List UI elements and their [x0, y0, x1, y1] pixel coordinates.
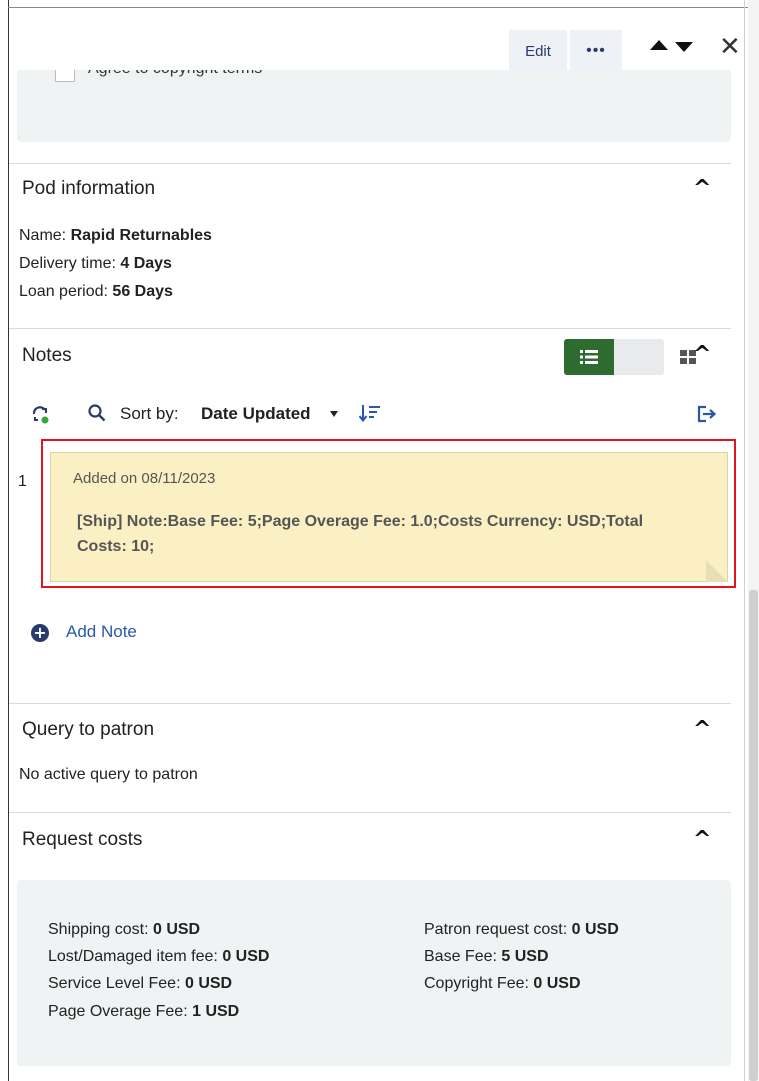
cost-value: 0 USD [533, 975, 581, 992]
patron-request-cost: Patron request cost: 0 USD [424, 921, 619, 939]
request-costs-box [17, 880, 731, 1066]
note-card[interactable]: Added on 08/11/2023 [Ship] Note:Base Fee… [50, 452, 728, 582]
edit-button[interactable]: Edit [509, 30, 567, 72]
cost-label: Lost/Damaged item fee: [48, 948, 218, 965]
list-view-button[interactable] [564, 339, 614, 375]
collapse-pod-information-icon[interactable]: ^ [693, 176, 711, 201]
chevron-down-icon[interactable] [330, 411, 338, 417]
loan-period-value: 56 Days [112, 283, 173, 300]
section-divider [9, 163, 731, 164]
add-note-button[interactable]: Add Note [66, 622, 137, 642]
base-fee: Base Fee: 5 USD [424, 948, 549, 966]
section-divider [9, 328, 731, 329]
pod-name-row: Name: Rapid Returnables [19, 227, 212, 245]
pod-name-label: Name: [19, 227, 67, 244]
cost-label: Copyright Fee: [424, 975, 529, 992]
more-actions-button[interactable]: ••• [570, 30, 622, 72]
panel-right-border [744, 0, 745, 1081]
export-icon[interactable] [697, 405, 717, 423]
panel-toolbar: Edit ••• ✕ [9, 8, 744, 72]
note-text: [Ship] Note:Base Fee: 5;Page Overage Fee… [77, 513, 644, 555]
sort-by-dropdown[interactable]: Date Updated [201, 404, 311, 424]
shipping-cost: Shipping cost: 0 USD [48, 921, 200, 939]
cost-value: 0 USD [152, 921, 201, 938]
refresh-icon[interactable] [31, 405, 51, 425]
lost-damaged-fee: Lost/Damaged item fee: 0 USD [48, 948, 269, 966]
query-to-patron-text: No active query to patron [19, 766, 198, 783]
cost-value: 0 USD [571, 921, 619, 938]
collapse-notes-icon[interactable]: ^ [693, 342, 711, 367]
cost-value: 0 USD [222, 948, 270, 965]
copyright-fee: Copyright Fee: 0 USD [424, 975, 581, 993]
previous-record-icon[interactable] [650, 40, 668, 50]
next-record-icon[interactable] [675, 42, 693, 52]
loan-period-label: Loan period: [19, 283, 108, 300]
pod-name-value: Rapid Returnables [70, 227, 212, 244]
pod-information-title: Pod information [22, 178, 156, 199]
note-index: 1 [18, 473, 27, 490]
add-note-plus-icon[interactable]: + [31, 624, 49, 642]
notes-title: Notes [22, 345, 72, 366]
cost-value: 0 USD [184, 975, 233, 992]
scrollbar-thumb[interactable] [749, 590, 758, 1081]
delivery-time-label: Delivery time: [19, 255, 116, 272]
close-icon[interactable]: ✕ [719, 34, 741, 60]
request-costs-title: Request costs [22, 829, 143, 850]
note-corner-fold [706, 560, 728, 582]
section-divider [9, 812, 731, 813]
cost-label: Patron request cost: [424, 921, 568, 938]
cost-label: Shipping cost: [48, 921, 149, 938]
cost-value: 1 USD [192, 1003, 240, 1020]
cost-label: Base Fee: [424, 948, 497, 965]
cost-label: Service Level Fee: [48, 975, 181, 992]
list-view-icon [580, 350, 598, 364]
cost-label: Page Overage Fee: [48, 1003, 188, 1020]
note-date: Added on 08/11/2023 [73, 470, 216, 487]
sort-direction-icon[interactable] [359, 404, 381, 422]
cost-value: 5 USD [501, 948, 549, 965]
section-divider [9, 703, 731, 704]
query-to-patron-title: Query to patron [22, 719, 155, 740]
grid-view-button[interactable] [614, 339, 696, 375]
pod-delivery-row: Delivery time: 4 Days [19, 255, 172, 273]
notes-view-toggle [564, 339, 696, 375]
page-overage-fee: Page Overage Fee: 1 USD [48, 1003, 239, 1021]
collapse-query-to-patron-icon[interactable]: ^ [693, 717, 711, 742]
service-level-fee: Service Level Fee: 0 USD [48, 975, 232, 993]
search-icon[interactable] [88, 404, 106, 422]
delivery-time-value: 4 Days [120, 255, 172, 272]
scrollbar[interactable] [748, 0, 759, 1081]
sort-by-label: Sort by: [120, 404, 179, 423]
collapse-request-costs-icon[interactable]: ^ [693, 827, 711, 852]
pod-loan-row: Loan period: 56 Days [19, 283, 173, 301]
